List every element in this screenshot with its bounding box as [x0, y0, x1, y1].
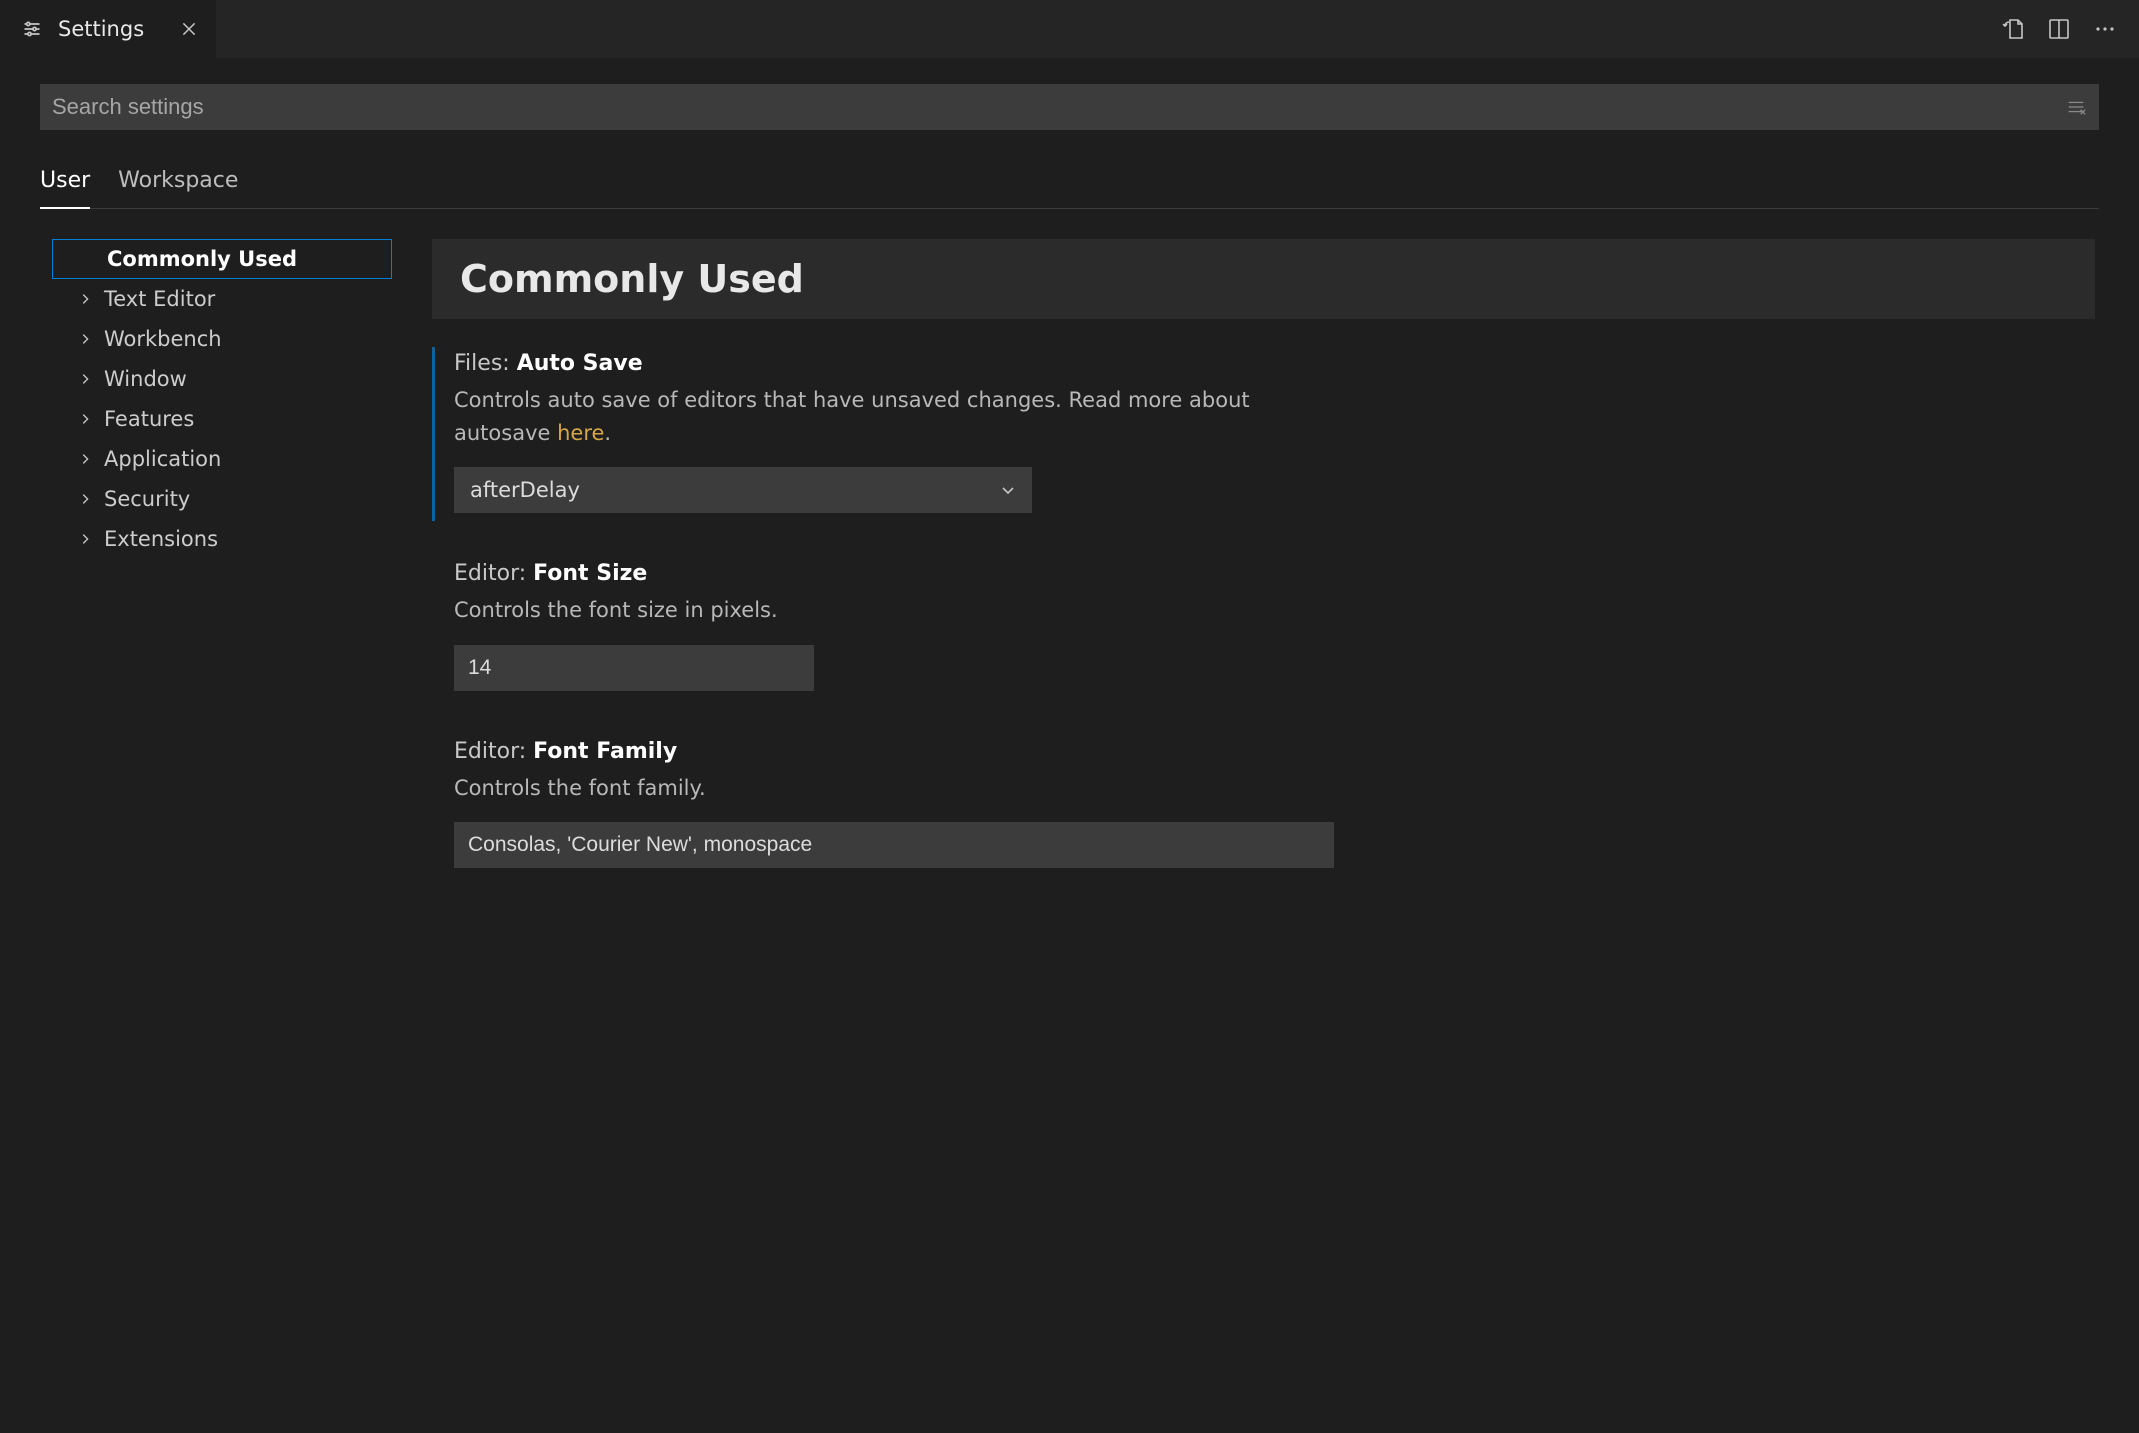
tree-item-security[interactable]: Security [52, 479, 392, 519]
font-family-input[interactable] [454, 822, 1334, 868]
chevron-right-icon [78, 292, 94, 306]
settings-scope-tabs: User Workspace [40, 168, 2099, 209]
tab-actions [1979, 0, 2139, 58]
setting-title: Editor: Font Size [454, 561, 2095, 586]
setting-title: Editor: Font Family [454, 739, 2095, 764]
tree-item-label: Application [104, 447, 221, 471]
tree-item-application[interactable]: Application [52, 439, 392, 479]
more-actions-icon[interactable] [2093, 17, 2117, 41]
chevron-right-icon [78, 532, 94, 546]
scope-tab-workspace[interactable]: Workspace [118, 168, 238, 208]
tree-item-label: Text Editor [104, 287, 215, 311]
setting-description: Controls the font size in pixels. [454, 594, 1334, 627]
clear-search-icon[interactable] [2065, 96, 2087, 118]
tab-settings[interactable]: Settings [0, 0, 216, 58]
tree-item-extensions[interactable]: Extensions [52, 519, 392, 559]
tab-title: Settings [58, 17, 144, 41]
setting-title: Files: Auto Save [454, 351, 2095, 376]
settings-content: Commonly Used Files: Auto Save Controls … [432, 239, 2099, 1433]
search-input[interactable] [40, 84, 2099, 130]
tree-item-features[interactable]: Features [52, 399, 392, 439]
autosave-docs-link[interactable]: here [557, 421, 604, 445]
chevron-right-icon [78, 332, 94, 346]
open-settings-json-icon[interactable] [2001, 17, 2025, 41]
setting-editor-font-family: Editor: Font Family Controls the font fa… [432, 729, 2095, 907]
close-icon[interactable] [160, 20, 198, 38]
auto-save-select[interactable]: afterDelay [454, 467, 1032, 513]
setting-description: Controls the font family. [454, 772, 1334, 805]
tree-item-window[interactable]: Window [52, 359, 392, 399]
settings-tree: Commonly Used Text Editor Workbench [52, 239, 392, 1433]
chevron-right-icon [78, 412, 94, 426]
editor-tab-bar: Settings [0, 0, 2139, 59]
chevron-right-icon [78, 492, 94, 506]
font-size-input[interactable] [454, 645, 814, 691]
tree-item-label: Window [104, 367, 187, 391]
section-header: Commonly Used [432, 239, 2095, 319]
chevron-right-icon [78, 452, 94, 466]
settings-icon [22, 19, 42, 39]
setting-files-auto-save: Files: Auto Save Controls auto save of e… [432, 341, 2095, 551]
scope-tab-user[interactable]: User [40, 168, 90, 209]
select-value: afterDelay [470, 478, 580, 502]
setting-editor-font-size: Editor: Font Size Controls the font size… [432, 551, 2095, 729]
chevron-right-icon [78, 372, 94, 386]
tree-item-label: Security [104, 487, 190, 511]
tree-item-workbench[interactable]: Workbench [52, 319, 392, 359]
tree-item-label: Workbench [104, 327, 222, 351]
tree-item-label: Extensions [104, 527, 218, 551]
tree-item-commonly-used[interactable]: Commonly Used [52, 239, 392, 279]
tree-item-label: Features [104, 407, 194, 431]
tree-item-label: Commonly Used [107, 247, 297, 271]
split-editor-icon[interactable] [2047, 17, 2071, 41]
tree-item-text-editor[interactable]: Text Editor [52, 279, 392, 319]
chevron-down-icon [1000, 482, 1016, 498]
setting-description: Controls auto save of editors that have … [454, 384, 1334, 449]
